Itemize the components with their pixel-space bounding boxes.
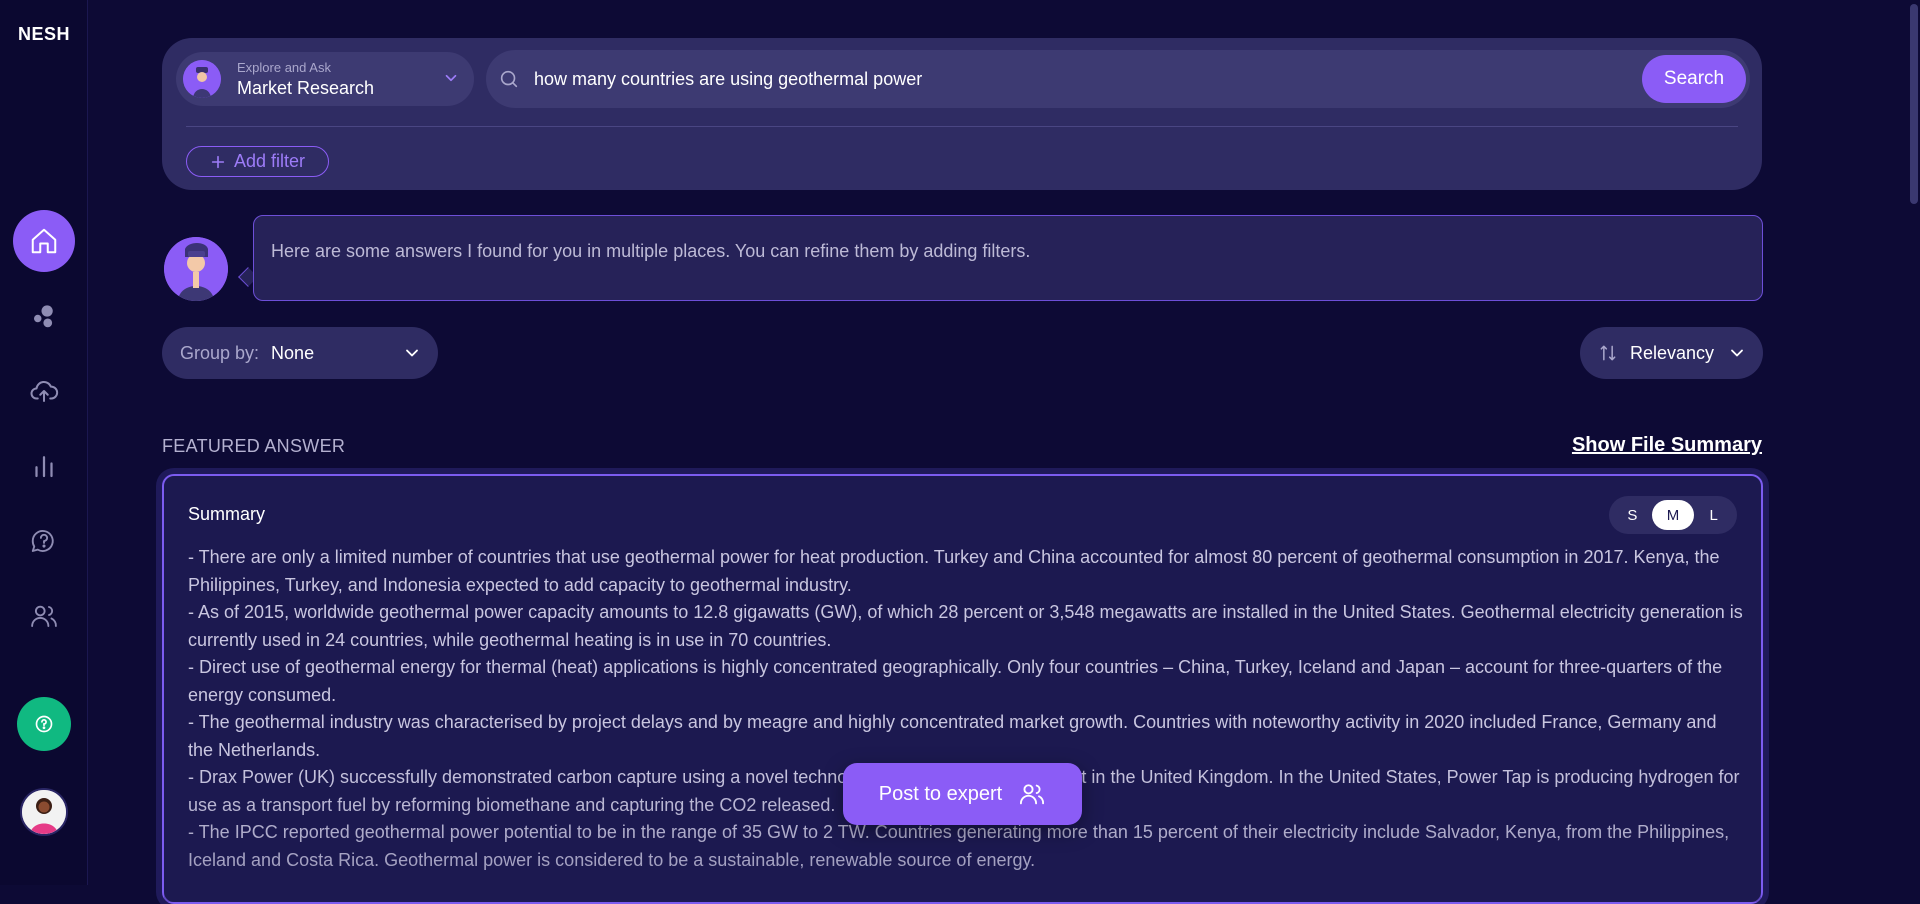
add-filter-label: Add filter bbox=[233, 151, 306, 171]
sidebar: NESH bbox=[0, 0, 88, 885]
size-option-m[interactable]: M bbox=[1651, 500, 1695, 530]
add-filter-button[interactable]: Add filter bbox=[186, 146, 329, 177]
summary-size-toggle: S M L bbox=[1609, 496, 1737, 534]
post-to-expert-label: Post to expert bbox=[878, 782, 1003, 805]
group-by-label: Group by: bbox=[180, 342, 260, 363]
search-icon bbox=[500, 70, 518, 88]
featured-answer-label: FEATURED ANSWER bbox=[162, 436, 346, 456]
scrollbar-thumb[interactable] bbox=[1910, 4, 1918, 204]
sidebar-item-upload[interactable] bbox=[13, 360, 75, 422]
users-icon bbox=[31, 605, 57, 627]
group-by-select[interactable]: Group by: None bbox=[162, 327, 438, 379]
size-option-l[interactable]: L bbox=[1694, 500, 1733, 530]
size-option-s[interactable]: S bbox=[1613, 500, 1652, 530]
summary-line: - As of 2015, worldwide geothermal power… bbox=[188, 602, 1743, 650]
assistant-avatar-small bbox=[183, 60, 221, 98]
bubbles-icon bbox=[34, 305, 53, 328]
assistant-avatar bbox=[164, 237, 228, 301]
page-scrollbar[interactable] bbox=[1908, 0, 1920, 885]
summary-line: - The IPCC reported geothermal power pot… bbox=[188, 822, 1730, 870]
summary-line: - The geothermal industry was characteri… bbox=[188, 712, 1717, 760]
assistant-message: Here are some answers I found for you in… bbox=[253, 215, 1763, 301]
home-icon bbox=[31, 228, 57, 254]
app-logo[interactable]: NESH bbox=[0, 24, 88, 45]
sort-select[interactable]: Relevancy bbox=[1580, 327, 1763, 379]
sort-value: Relevancy bbox=[1630, 342, 1715, 363]
summary-line: - Direct use of geothermal energy for th… bbox=[188, 657, 1723, 705]
chevron-down-icon bbox=[1731, 349, 1743, 357]
bar-chart-icon bbox=[35, 456, 53, 478]
user-avatar[interactable] bbox=[20, 788, 68, 836]
plus-icon bbox=[211, 155, 225, 168]
help-circle-icon bbox=[35, 715, 53, 733]
sort-icon bbox=[1600, 345, 1616, 361]
search-panel: Explore and Ask Market Research Search A… bbox=[162, 38, 1762, 190]
post-to-expert-button[interactable]: Post to expert bbox=[843, 763, 1082, 825]
sidebar-item-analytics[interactable] bbox=[13, 435, 75, 497]
kb-selected-value: Market Research bbox=[237, 78, 375, 98]
sidebar-item-questions[interactable] bbox=[13, 510, 75, 572]
sidebar-item-home[interactable] bbox=[13, 210, 75, 272]
kb-small-label: Explore and Ask bbox=[237, 60, 331, 75]
search-input[interactable] bbox=[534, 50, 1614, 108]
summary-title: Summary bbox=[188, 504, 266, 524]
cloud-upload-icon bbox=[30, 380, 59, 402]
sidebar-item-team[interactable] bbox=[13, 585, 75, 647]
search-box: Search bbox=[486, 50, 1750, 108]
sidebar-item-bubbles[interactable] bbox=[13, 285, 75, 347]
summary-card: Summary S M L - There are only a limited… bbox=[162, 474, 1763, 904]
search-button[interactable]: Search bbox=[1642, 55, 1746, 103]
help-button[interactable] bbox=[17, 697, 71, 751]
show-file-summary-link[interactable]: Show File Summary bbox=[1572, 434, 1762, 457]
divider bbox=[186, 126, 1738, 127]
summary-line: - There are only a limited number of cou… bbox=[188, 547, 1720, 595]
group-by-value: None bbox=[271, 342, 315, 363]
knowledge-base-select[interactable]: Explore and Ask Market Research bbox=[176, 52, 474, 106]
question-chat-icon bbox=[31, 530, 54, 552]
chevron-down-icon bbox=[406, 349, 418, 357]
chevron-down-icon bbox=[445, 74, 457, 82]
users-icon bbox=[1020, 784, 1045, 805]
